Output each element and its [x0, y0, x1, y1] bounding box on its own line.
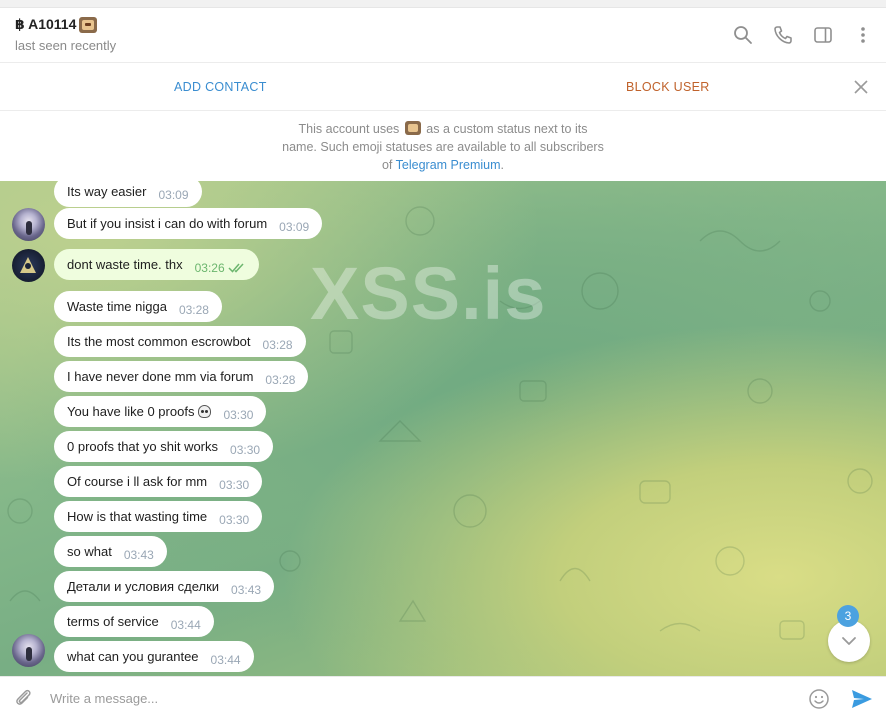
avatar[interactable]: [12, 634, 45, 667]
message-bubble[interactable]: Its the most common escrowbot 03:28: [54, 326, 306, 357]
message-text: Its way easier: [67, 184, 147, 199]
message-time: 03:44: [210, 653, 241, 667]
message-text: what can you gurantee: [67, 649, 199, 664]
message-text: 0 proofs that yo shit works: [67, 439, 219, 454]
emoji-status-icon: [404, 121, 421, 135]
message-bubble[interactable]: I have never done mm via forum 03:28: [54, 361, 309, 392]
send-icon[interactable]: [850, 688, 874, 710]
message-text: terms of service: [67, 614, 159, 629]
message-bubble[interactable]: what can you gurantee 03:44: [54, 641, 254, 672]
message-text: Its the most common escrowbot: [67, 334, 251, 349]
close-icon[interactable]: [852, 78, 870, 96]
message-text: You have like 0 proofs: [67, 404, 195, 419]
message-time: 03:30: [230, 443, 261, 457]
phone-icon[interactable]: [772, 24, 794, 46]
notice-text: This account uses as a custom status nex…: [280, 120, 606, 174]
emoji-icon[interactable]: [808, 688, 830, 710]
watermark-text: XSS.is: [310, 252, 547, 335]
search-icon[interactable]: [732, 24, 754, 46]
message-time: 03:28: [178, 303, 209, 317]
message-bubble[interactable]: Its way easier 03:09: [54, 176, 202, 207]
message-text: dont waste time. thx: [67, 257, 183, 272]
message-bubble[interactable]: But if you insist i can do with forum 03…: [54, 208, 323, 239]
message-time: 03:43: [123, 548, 154, 562]
message-bubble[interactable]: Of course i ll ask for mm 03:30: [54, 466, 263, 497]
chevron-down-icon: [842, 637, 856, 645]
message-bubble[interactable]: How is that wasting time 03:30: [54, 501, 263, 532]
add-contact-button[interactable]: ADD CONTACT: [174, 80, 267, 94]
message-composer: [0, 676, 886, 717]
message-time: 03:44: [170, 618, 201, 632]
message-text: But if you insist i can do with forum: [67, 216, 268, 231]
notice-text-end: .: [500, 158, 505, 172]
block-user-button[interactable]: BLOCK USER: [626, 80, 710, 94]
double-check-icon: [228, 263, 244, 273]
message-time: 03:30: [223, 408, 254, 422]
message-time: 03:43: [231, 583, 262, 597]
window-top-strip: [0, 0, 886, 8]
message-time: 03:09: [158, 188, 189, 202]
message-time: 03:30: [219, 513, 250, 527]
last-seen-status: last seen recently: [15, 38, 117, 53]
paperclip-icon[interactable]: [12, 687, 34, 709]
message-bubble[interactable]: Waste time nigga 03:28: [54, 291, 222, 322]
message-text: Waste time nigga: [67, 299, 167, 314]
avatar[interactable]: [12, 208, 45, 241]
notice-text-before: This account uses: [298, 122, 400, 136]
chat-title-row[interactable]: ฿ A10114: [15, 16, 98, 33]
message-bubble[interactable]: 0 proofs that yo shit works 03:30: [54, 431, 274, 462]
emoji-status-icon: [79, 16, 98, 33]
message-bubble[interactable]: Детали и условия сделки 03:43: [54, 571, 275, 602]
message-text: I have never done mm via forum: [67, 369, 254, 384]
unread-count-badge: 3: [837, 605, 859, 627]
message-bubble-outgoing[interactable]: dont waste time. thx 03:26: [54, 249, 259, 280]
message-text: Of course i ll ask for mm: [67, 474, 208, 489]
premium-status-notice: This account uses as a custom status nex…: [0, 111, 886, 181]
message-text: How is that wasting time: [67, 509, 208, 524]
message-time: 03:30: [219, 478, 250, 492]
message-time: 03:28: [262, 338, 293, 352]
message-time: 03:28: [265, 373, 296, 387]
chat-header: ฿ A10114 last seen recently: [0, 8, 886, 63]
message-bubble[interactable]: terms of service 03:44: [54, 606, 214, 637]
message-bubble[interactable]: You have like 0 proofs 03:30: [54, 396, 267, 427]
sidebar-toggle-icon[interactable]: [812, 24, 834, 46]
skull-icon: [198, 405, 212, 418]
avatar[interactable]: [12, 249, 45, 282]
message-time: 03:09: [279, 220, 310, 234]
message-text: Детали и условия сделки: [67, 579, 220, 594]
contact-action-bar: ADD CONTACT BLOCK USER: [0, 63, 886, 111]
header-actions: [732, 24, 874, 46]
message-time: 03:26: [194, 261, 225, 275]
chat-title[interactable]: ฿ A10114: [15, 16, 76, 33]
message-text: so what: [67, 544, 112, 559]
message-input[interactable]: [50, 685, 790, 711]
message-bubble[interactable]: so what 03:43: [54, 536, 167, 567]
more-vertical-icon[interactable]: [852, 24, 874, 46]
telegram-premium-link[interactable]: Telegram Premium: [396, 158, 501, 172]
